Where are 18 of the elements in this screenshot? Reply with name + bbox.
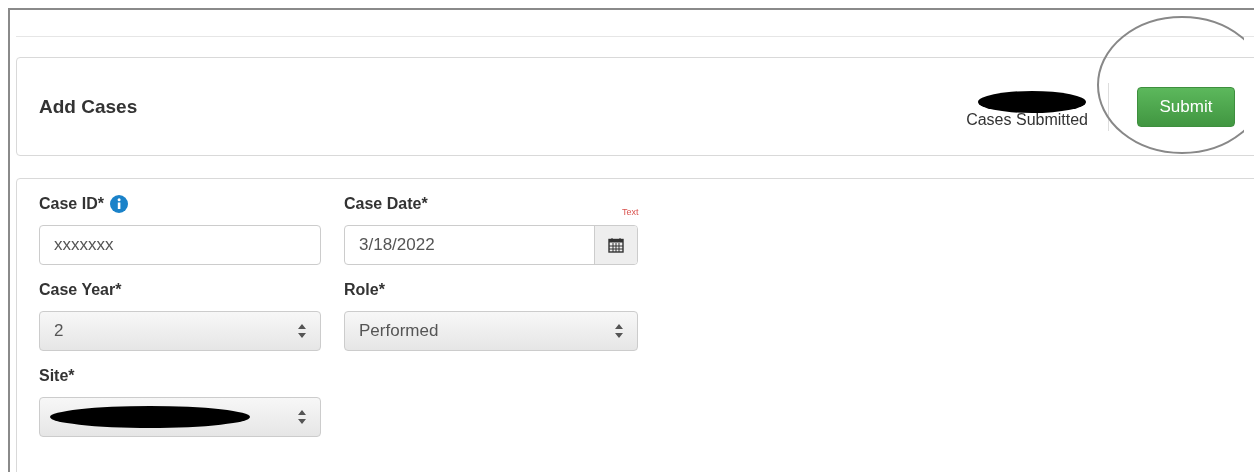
page-title: Add Cases xyxy=(39,95,139,118)
field-label: Site* xyxy=(39,367,75,385)
up-down-arrows-icon xyxy=(298,410,306,424)
select-field[interactable]: Performed xyxy=(344,311,638,351)
field-label: Case Date* xyxy=(344,195,428,213)
field-label: Case Year* xyxy=(39,281,122,299)
up-down-arrows-icon xyxy=(615,324,623,338)
counter-label: Cases Submitted xyxy=(966,110,1088,129)
calendar-icon xyxy=(608,237,624,253)
field-label: Role* xyxy=(344,281,385,299)
date-input[interactable]: 3/18/2022 xyxy=(344,225,638,265)
select-field[interactable]: 2 xyxy=(39,311,321,351)
select-field[interactable] xyxy=(39,397,321,437)
note-text: Text xyxy=(622,207,639,217)
up-down-arrows-icon xyxy=(298,324,306,338)
info-icon[interactable] xyxy=(109,195,128,213)
field-label: Case ID* xyxy=(39,195,104,213)
text-input[interactable]: xxxxxxx xyxy=(39,225,321,265)
